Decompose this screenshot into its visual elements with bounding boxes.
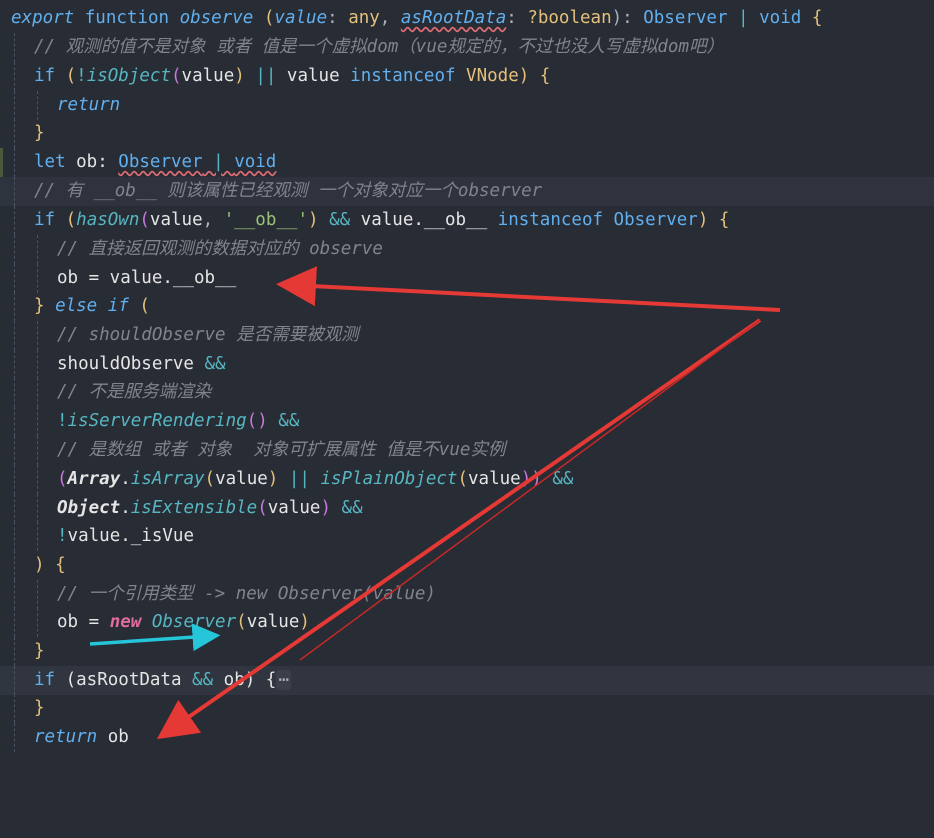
code-line-7[interactable]: // 有 __ob__ 则该属性已经观测 一个对象对应一个observer xyxy=(0,177,934,206)
comment-text: // 是数组 或者 对象 对象可扩展属性 值是不vue实例 xyxy=(57,440,506,460)
code-line-18[interactable]: Object.isExtensible(value) && xyxy=(0,494,934,523)
comment-text: // 观测的值不是对象 或者 值是一个虚拟dom（vue规定的，不过也没人写虚拟… xyxy=(34,37,725,57)
code-line-16[interactable]: // 是数组 或者 对象 对象可扩展属性 值是不vue实例 xyxy=(0,436,934,465)
code-line-11[interactable]: } else if ( xyxy=(0,292,934,321)
code-line-21[interactable]: // 一个引用类型 -> new Observer(value) xyxy=(0,580,934,609)
code-line-3[interactable]: if (!isObject(value) || value instanceof… xyxy=(0,62,934,91)
code-line-19[interactable]: !value._isVue xyxy=(0,522,934,551)
code-text: } xyxy=(34,698,45,718)
code-line-24[interactable]: if (asRootData && ob) {⋯ xyxy=(0,666,934,695)
code-text: } else if ( xyxy=(34,296,150,316)
code-text: return xyxy=(57,95,121,115)
code-text: !isServerRendering() && xyxy=(57,411,300,431)
code-line-14[interactable]: // 不是服务端渲染 xyxy=(0,378,934,407)
comment-text: // 有 __ob__ 则该属性已经观测 一个对象对应一个observer xyxy=(34,181,543,201)
comment-text: // 不是服务端渲染 xyxy=(57,382,212,402)
code-text: shouldObserve && xyxy=(57,354,226,374)
code-text: ) { xyxy=(34,555,66,575)
code-text: (Array.isArray(value) || isPlainObject(v… xyxy=(57,469,574,489)
code-line-9[interactable]: // 直接返回观测的数据对应的 observe xyxy=(0,235,934,264)
code-text: Object.isExtensible(value) && xyxy=(57,498,363,518)
code-line-23[interactable]: } xyxy=(0,637,934,666)
code-text: ob = new Observer(value) xyxy=(57,612,310,632)
code-text: if (!isObject(value) || value instanceof… xyxy=(34,66,551,86)
code-line-4[interactable]: return xyxy=(0,91,934,120)
code-line-12[interactable]: // shouldObserve 是否需要被观测 xyxy=(0,321,934,350)
code-text: ob = value.__ob__ xyxy=(57,268,237,288)
code-line-22[interactable]: ob = new Observer(value) xyxy=(0,608,934,637)
code-text: } xyxy=(34,123,45,143)
code-line-1[interactable]: export function observe (value: any, asR… xyxy=(0,4,934,33)
code-text: let ob: Observer | void xyxy=(34,152,277,172)
code-line-13[interactable]: shouldObserve && xyxy=(0,350,934,379)
code-line-6[interactable]: let ob: Observer | void xyxy=(0,148,934,177)
code-line-26[interactable]: return ob xyxy=(0,723,934,752)
code-line-17[interactable]: (Array.isArray(value) || isPlainObject(v… xyxy=(0,465,934,494)
code-line-8[interactable]: if (hasOwn(value, '__ob__') && value.__o… xyxy=(0,206,934,235)
comment-text: // 直接返回观测的数据对应的 observe xyxy=(57,239,383,259)
code-line-20[interactable]: ) { xyxy=(0,551,934,580)
code-text: export function observe (value: any, asR… xyxy=(11,8,823,28)
folded-region-indicator[interactable]: ⋯ xyxy=(276,670,291,690)
code-text: } xyxy=(34,641,45,661)
code-text: !value._isVue xyxy=(57,526,194,546)
code-line-2[interactable]: // 观测的值不是对象 或者 值是一个虚拟dom（vue规定的，不过也没人写虚拟… xyxy=(0,33,934,62)
code-line-10[interactable]: ob = value.__ob__ xyxy=(0,264,934,293)
code-text: if (hasOwn(value, '__ob__') && value.__o… xyxy=(34,210,730,230)
code-editor[interactable]: export function observe (value: any, asR… xyxy=(0,0,934,760)
code-line-5[interactable]: } xyxy=(0,119,934,148)
comment-text: // 一个引用类型 -> new Observer(value) xyxy=(57,584,436,604)
comment-text: // shouldObserve 是否需要被观测 xyxy=(57,325,359,345)
code-line-15[interactable]: !isServerRendering() && xyxy=(0,407,934,436)
code-text: return ob xyxy=(34,727,129,747)
code-text: if (asRootData && ob) {⋯ xyxy=(34,670,291,690)
code-line-25[interactable]: } xyxy=(0,694,934,723)
